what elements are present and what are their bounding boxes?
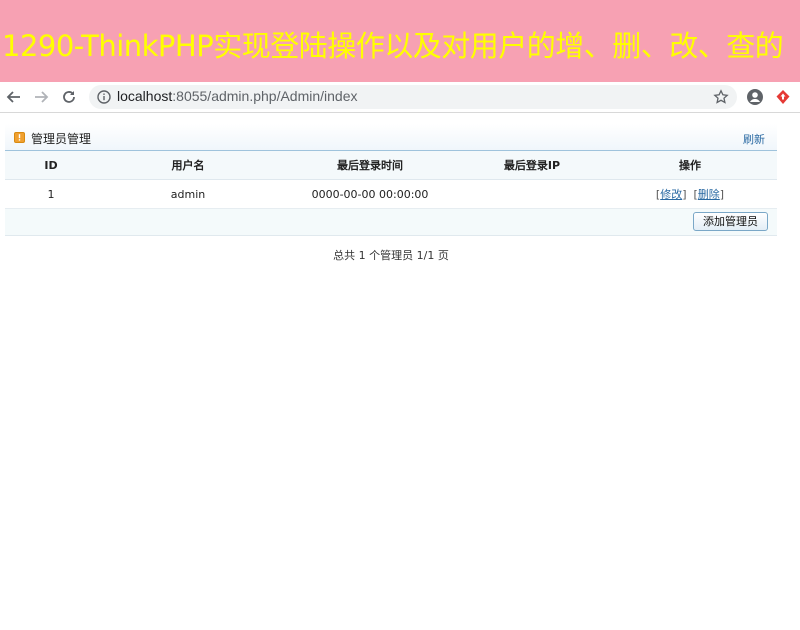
reload-button[interactable]: [57, 85, 81, 109]
forward-arrow-icon: [35, 91, 49, 103]
url-text: localhost:8055/admin.php/Admin/index: [117, 88, 358, 104]
address-bar[interactable]: localhost:8055/admin.php/Admin/index: [89, 85, 737, 109]
column-header-username: 用户名: [97, 151, 279, 180]
add-admin-button[interactable]: 添加管理员: [693, 212, 768, 231]
back-arrow-icon: [6, 91, 20, 103]
url-path: :8055/admin.php/Admin/index: [172, 88, 358, 104]
edit-link[interactable]: 修改: [660, 188, 682, 201]
cell-last-login-ip: [461, 179, 603, 209]
cell-last-login-time: 0000-00-00 00:00:00: [279, 179, 461, 209]
forward-button[interactable]: [29, 85, 53, 109]
panel-title: 管理员管理: [31, 132, 92, 146]
account-icon: [747, 89, 763, 105]
star-icon: [713, 89, 729, 104]
table-row: 1 admin 0000-00-00 00:00:00 [修改] [删除]: [5, 179, 777, 209]
back-button[interactable]: [2, 85, 26, 109]
panel-header: 管理员管理 刷新: [5, 124, 777, 151]
table-footer: 添加管理员: [5, 209, 777, 236]
title-banner: 1290-ThinkPHP实现登陆操作以及对用户的增、删、改、查的: [0, 0, 800, 82]
url-host: localhost: [117, 88, 173, 104]
browser-toolbar: localhost:8055/admin.php/Admin/index: [0, 82, 800, 113]
pagination-info: 总共 1 个管理员 1/1 页: [333, 249, 449, 262]
column-header-id: ID: [5, 151, 97, 180]
extension-button[interactable]: [771, 85, 795, 109]
table-header-row: ID 用户名 最后登录时间 最后登录IP 操作: [5, 151, 777, 180]
bookmark-button[interactable]: [709, 85, 733, 109]
account-button[interactable]: [743, 85, 767, 109]
delete-link[interactable]: 删除: [698, 188, 720, 201]
column-header-last-login-time: 最后登录时间: [279, 151, 461, 180]
admin-table: ID 用户名 最后登录时间 最后登录IP 操作 1 admin 0000-00-…: [5, 151, 777, 209]
refresh-link[interactable]: 刷新: [743, 131, 765, 147]
column-header-actions: 操作: [603, 151, 777, 180]
reload-icon: [63, 91, 75, 103]
column-header-last-login-ip: 最后登录IP: [461, 151, 603, 180]
cell-actions: [修改] [删除]: [603, 179, 777, 209]
cell-id: 1: [5, 179, 97, 209]
info-icon: [97, 90, 111, 104]
warning-icon: [14, 132, 25, 143]
admin-panel: 管理员管理 刷新 ID 用户名 最后登录时间 最后登录IP 操作 1 admin…: [5, 124, 777, 263]
cell-username: admin: [97, 179, 279, 209]
extension-icon: [776, 90, 790, 104]
banner-title: 1290-ThinkPHP实现登陆操作以及对用户的增、删、改、查的: [2, 29, 784, 63]
